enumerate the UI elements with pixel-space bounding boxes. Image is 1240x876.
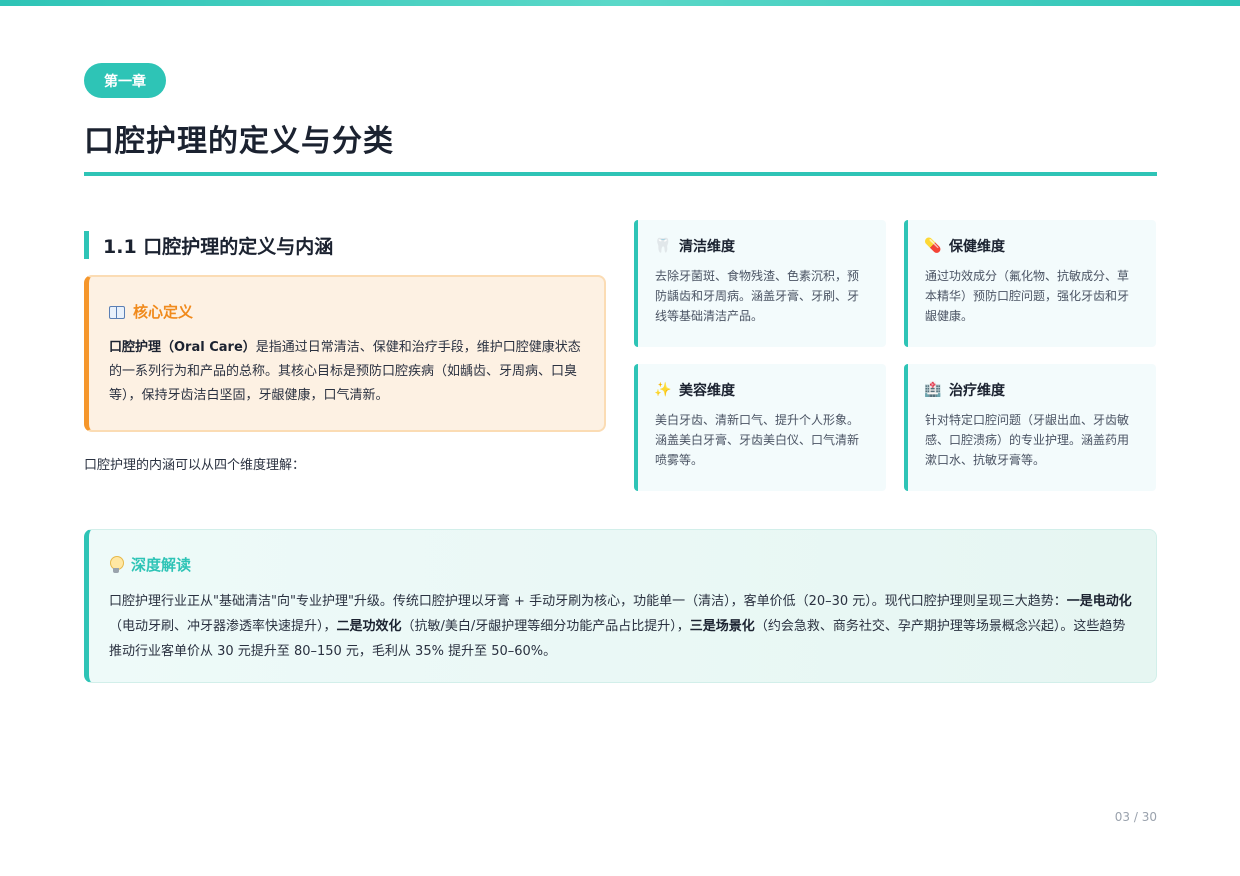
dimension-title: 美容维度 [679,383,735,399]
insight-text-part: 口腔护理行业正从"基础清洁"向"专业护理"升级。传统口腔护理以牙膏 + 手动牙刷… [109,594,1067,609]
top-accent-bar [0,0,1240,6]
title-divider [84,172,1157,176]
dimensions-intro: 口腔护理的内涵可以从四个维度理解： [84,458,306,473]
insight-text-part: （抗敏/美白/牙龈护理等细分功能产品占比提升）， [401,619,690,634]
dimension-title: 治疗维度 [949,383,1005,399]
dimension-text: 美白牙齿、清新口气、提升个人形象。涵盖美白牙膏、牙齿美白仪、口气清新喷雾等。 [655,413,860,467]
core-definition-title: 核心定义 [133,303,194,321]
lightbulb-icon [109,555,124,574]
page-title: 口腔护理的定义与分类 [84,124,394,159]
insight-text-part: （电动牙刷、冲牙器渗透率快速提升）， [109,619,337,634]
core-definition-box: 核心定义 口腔护理（Oral Care）是指通过日常清洁、保健和治疗手段，维护口… [84,275,606,432]
chapter-badge: 第一章 [84,63,166,98]
deep-insight-box: 深度解读 口腔护理行业正从"基础清洁"向"专业护理"升级。传统口腔护理以牙膏 +… [84,529,1157,683]
core-definition-text: 口腔护理（Oral Care）是指通过日常清洁、保健和治疗手段，维护口腔健康状态… [109,336,584,408]
deep-insight-header: 深度解读 [109,554,1136,575]
dimension-title: 保健维度 [949,239,1005,255]
insight-trend-electric: 一是电动化 [1066,594,1132,609]
book-icon [109,305,125,319]
insight-trend-efficacy: 二是功效化 [336,619,402,634]
section-heading: 1.1 口腔护理的定义与内涵 [84,231,333,259]
tooth-icon: 🦷 [654,238,672,254]
dimension-text: 通过功效成分（氟化物、抗敏成分、草本精华）预防口腔问题，强化牙齿和牙龈健康。 [925,269,1130,323]
dimension-card-cleaning: 🦷 清洁维度 去除牙菌斑、食物残渣、色素沉积，预防龋齿和牙周病。涵盖牙膏、牙刷、… [634,220,886,347]
deep-insight-title: 深度解读 [131,556,192,574]
dimension-card-beauty: ✨ 美容维度 美白牙齿、清新口气、提升个人形象。涵盖美白牙膏、牙齿美白仪、口气清… [634,364,886,491]
dimension-card-treatment: 🏥 治疗维度 针对特定口腔问题（牙龈出血、牙齿敏感、口腔溃疡）的专业护理。涵盖药… [904,364,1156,491]
hospital-icon: 🏥 [924,382,942,398]
sparkles-icon: ✨ [654,382,672,398]
page-number: 03 / 30 [1114,810,1157,824]
dimension-title: 清洁维度 [679,239,735,255]
insight-trend-scenario: 三是场景化 [689,619,755,634]
dimension-text: 针对特定口腔问题（牙龈出血、牙齿敏感、口腔溃疡）的专业护理。涵盖药用漱口水、抗敏… [925,413,1130,467]
dimension-card-health: 💊 保健维度 通过功效成分（氟化物、抗敏成分、草本精华）预防口腔问题，强化牙齿和… [904,220,1156,347]
core-definition-header: 核心定义 [109,301,584,322]
dimension-text: 去除牙菌斑、食物残渣、色素沉积，预防龋齿和牙周病。涵盖牙膏、牙刷、牙线等基础清洁… [655,269,860,323]
core-definition-term: 口腔护理（Oral Care） [109,340,256,355]
pill-icon: 💊 [924,238,942,254]
deep-insight-text: 口腔护理行业正从"基础清洁"向"专业护理"升级。传统口腔护理以牙膏 + 手动牙刷… [109,589,1136,664]
